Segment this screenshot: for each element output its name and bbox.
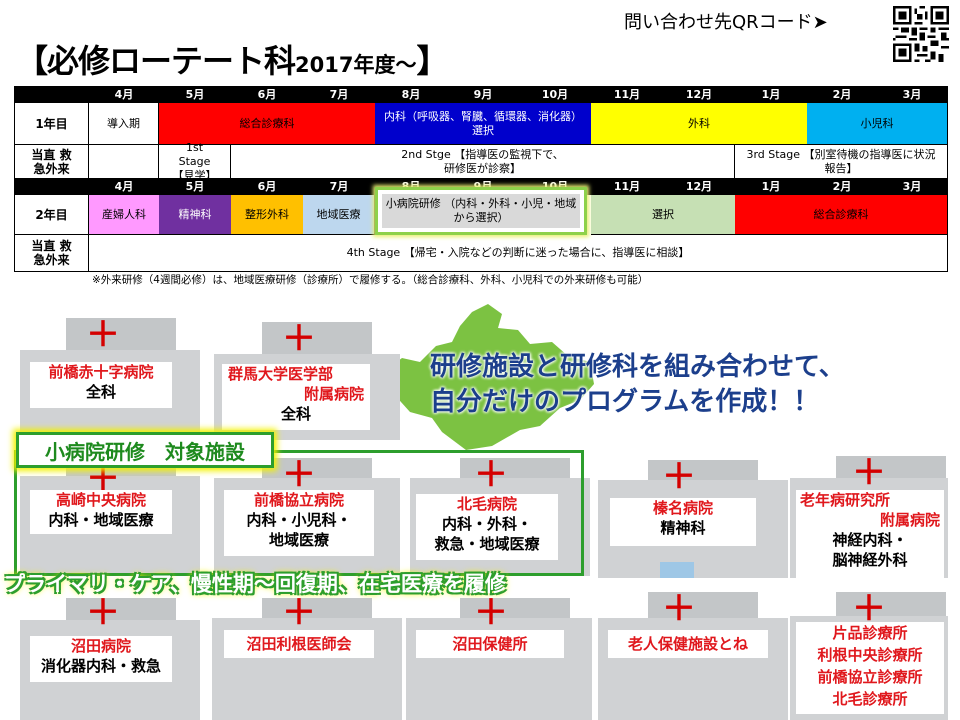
row-label-duty1: 当直 救急外来: [15, 145, 89, 179]
medical-cross-icon: ＋: [662, 457, 696, 497]
facility-card-numata-hospital: 沼田病院 消化器内科・救急: [30, 636, 172, 682]
facility-name: 群馬大学医学部: [228, 365, 334, 383]
page-title: 【必修ローテート科2017年度～】: [16, 42, 448, 80]
facility-card-clinics: 片品診療所 利根中央診療所 前橋協立診療所 北毛診療所: [796, 622, 944, 714]
rotation-block: 選択: [591, 195, 735, 235]
month-header: 11月: [591, 179, 663, 195]
facility-card-numata-tone-med: 沼田利根医師会: [224, 630, 374, 658]
month-header: 2月: [807, 87, 877, 103]
facility-name: 前橋赤十字病院: [48, 363, 154, 381]
program-slogan: 研修施設と研修科を組み合わせて、 自分だけのプログラムを作成！！: [430, 352, 845, 417]
medical-cross-icon: ＋: [852, 589, 886, 629]
rotation-block: 地域医療: [303, 195, 375, 235]
facility-name: 附属病院: [303, 385, 364, 403]
medical-cross-icon: ＋: [282, 319, 316, 359]
small-hospital-highlight: 小病院研修 （内科・外科・小児・地域から選択）: [375, 187, 587, 235]
rotation-schedule-table: 4月 5月 6月 7月 8月 9月 10月 11月 12月 1月 2月 3月 1…: [14, 86, 948, 272]
month-header: 9月: [447, 87, 519, 103]
clinic-name: 利根中央診療所: [817, 646, 923, 664]
facility-dept: 全科: [280, 405, 311, 423]
rotation-block: 産婦人科: [89, 195, 159, 235]
facility-name: 榛名病院: [652, 499, 713, 517]
primary-care-banner: プライマリ・ケア、慢性期～回復期、在宅医療を履修: [4, 572, 506, 596]
qr-label: 問い合わせ先QRコード➤: [624, 12, 828, 33]
month-header: 12月: [663, 179, 735, 195]
facility-name: 老人保健施設とね: [627, 635, 748, 653]
month-header: 8月: [375, 87, 447, 103]
rotation-block: 総合診療科: [735, 195, 947, 235]
medical-cross-icon: ＋: [662, 589, 696, 629]
month-header: 2月: [807, 179, 877, 195]
rotation-block: 外科: [591, 103, 807, 145]
facility-card-elderly-tone: 老人保健施設とね: [608, 630, 768, 658]
facility-card-gunma-univ: 群馬大学医学部 附属病院 全科: [222, 364, 370, 430]
clinic-name: 片品診療所: [832, 624, 908, 642]
facility-dept: 精神科: [660, 519, 706, 537]
rotation-block: 導入期: [89, 103, 159, 145]
rotation-block: 小児科: [807, 103, 947, 145]
medical-cross-icon: ＋: [474, 593, 508, 633]
month-header: 3月: [877, 87, 947, 103]
month-header: 11月: [591, 87, 663, 103]
month-header: 6月: [231, 87, 303, 103]
month-header: 10月: [519, 87, 591, 103]
clinic-name: 北毛診療所: [832, 690, 908, 708]
facility-name: 沼田利根医師会: [246, 635, 352, 653]
month-header: 12月: [663, 87, 735, 103]
small-hospital-label: 小病院研修 対象施設: [16, 432, 274, 468]
row-label-year1: 1年目: [15, 103, 89, 145]
facility-card-haruna: 榛名病院 精神科: [610, 498, 756, 546]
row-label-duty2: 当直 救急外来: [15, 235, 89, 271]
medical-cross-icon: ＋: [852, 453, 886, 493]
medical-cross-icon: ＋: [86, 315, 120, 355]
month-header: 7月: [303, 87, 375, 103]
small-hospital-frame: [14, 450, 584, 576]
facility-name: 老年病研究所: [800, 491, 891, 509]
duty-block: 1st Stage 【見学】: [159, 141, 231, 182]
facility-dept: 神経内科・: [832, 531, 908, 549]
facility-name: 附属病院: [879, 511, 940, 529]
qr-code-icon[interactable]: [893, 6, 949, 62]
medical-cross-icon: ＋: [282, 593, 316, 633]
month-header-spacer: [15, 179, 89, 195]
facility-name: 沼田保健所: [452, 635, 528, 653]
facility-dept: 全科: [85, 383, 116, 401]
building-door: [660, 562, 694, 578]
month-header: 3月: [877, 179, 947, 195]
duty-block: 4th Stage 【帰宅・入院などの判断に迷った場合に、指導医に相談】: [346, 246, 690, 259]
month-header: 1月: [735, 179, 807, 195]
facility-card-numata-health: 沼田保健所: [416, 630, 564, 658]
month-header: 5月: [159, 87, 231, 103]
rotation-block: 総合診療科: [159, 103, 375, 145]
duty-block: 3rd Stage 【別室待機の指導医に状況報告】: [735, 145, 947, 179]
month-header: 4月: [89, 179, 159, 195]
facility-card-maebashi-red-cross: 前橋赤十字病院 全科: [30, 362, 172, 408]
rotation-block: 小病院研修 （内科・外科・小児・地域から選択）: [382, 194, 580, 228]
title-year: 2017年度～: [295, 53, 417, 77]
small-hospital-frame-top: [272, 450, 584, 453]
month-header: 7月: [303, 179, 375, 195]
month-header: 5月: [159, 179, 231, 195]
duty-block: [89, 145, 159, 179]
facility-dept: 脳神経外科: [832, 551, 908, 569]
facility-name: 沼田病院: [70, 637, 131, 655]
duty-block: 2nd Stge 【指導医の監視下で、研修医が診察】: [231, 145, 735, 179]
schedule-note: ※外来研修（4週間必修）は、地域医療研修（診療所）で履修する。（総合診療科、外科…: [92, 274, 649, 286]
rotation-block: 精神科: [159, 195, 231, 235]
month-header: 1月: [735, 87, 807, 103]
rotation-block: 整形外科: [231, 195, 303, 235]
medical-cross-icon: ＋: [86, 593, 120, 633]
month-header-spacer: [15, 87, 89, 103]
row-label-year2: 2年目: [15, 195, 89, 235]
rotation-block: 内科（呼吸器、腎臓、循環器、消化器）選択: [375, 103, 591, 145]
clinic-name: 前橋協立診療所: [817, 668, 923, 686]
month-header: 4月: [89, 87, 159, 103]
facility-dept: 消化器内科・救急: [40, 657, 161, 675]
month-header: 6月: [231, 179, 303, 195]
facility-card-geriatric: 老年病研究所 附属病院 神経内科・ 脳神経外科: [796, 490, 944, 578]
